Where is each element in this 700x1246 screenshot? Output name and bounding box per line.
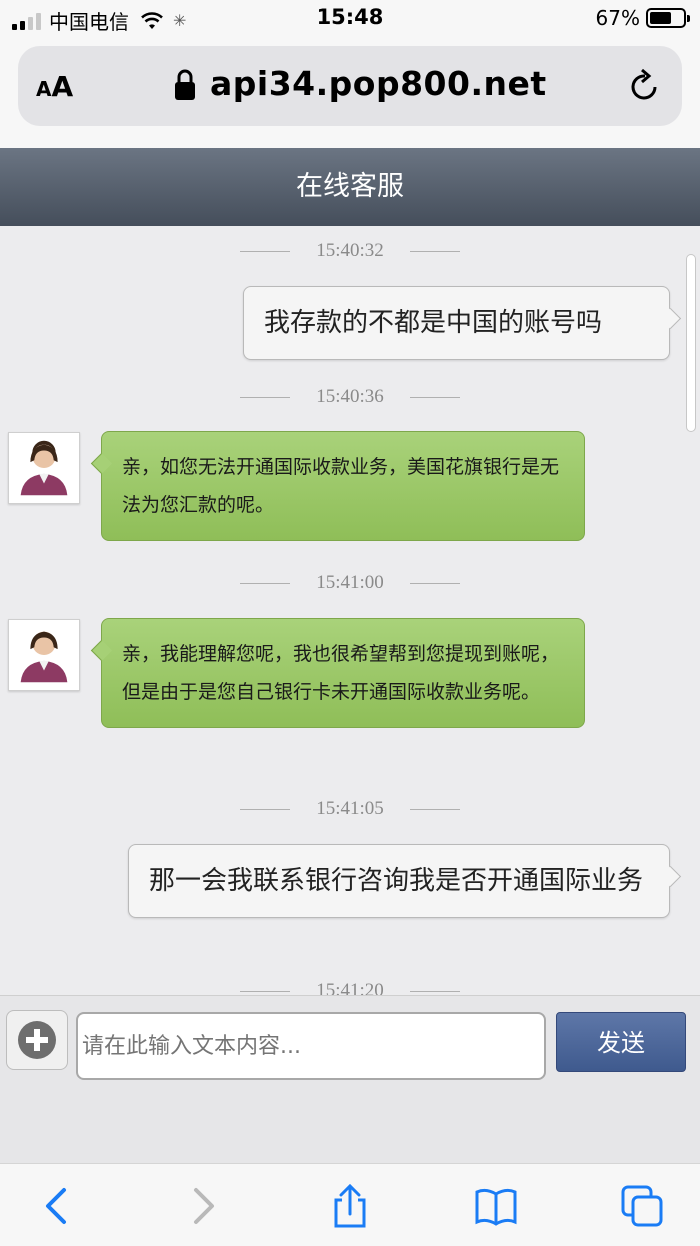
agent-avatar — [8, 619, 80, 691]
message-text: 那一会我联系银行咨询我是否开通国际业务 — [149, 866, 644, 896]
lock-icon — [175, 69, 195, 100]
user-message-bubble: 那一会我联系银行咨询我是否开通国际业务 — [128, 844, 670, 918]
send-button[interactable]: 发送 — [556, 1012, 686, 1072]
message-input[interactable] — [76, 1012, 546, 1080]
reload-icon[interactable] — [628, 68, 662, 104]
battery-percent: 67% — [595, 6, 640, 30]
battery-group: 67% — [595, 6, 690, 30]
share-icon[interactable] — [328, 1184, 372, 1228]
agent-message-bubble: 亲，如您无法开通国际收款业务，美国花旗银行是无法为您汇款的呢。 — [101, 431, 585, 541]
book-icon[interactable] — [474, 1184, 518, 1228]
battery-icon — [646, 8, 690, 28]
address-bar[interactable]: AA api34.pop800.net — [18, 46, 682, 126]
tabs-icon[interactable] — [620, 1184, 664, 1228]
browser-address-area: AA api34.pop800.net — [0, 40, 700, 148]
plus-circle-icon — [18, 1021, 56, 1059]
agent-message-bubble: 亲，我能理解您呢，我也很希望帮到您提现到账呢，但是由于是您自己银行卡未开通国际收… — [101, 618, 585, 728]
message-timestamp: 15:40:36 — [0, 386, 700, 408]
message-text: 我存款的不都是中国的账号吗 — [264, 308, 603, 338]
status-bar: 中国电信 ✳ 15:48 67% — [0, 0, 700, 40]
message-input-bar: 发送 — [0, 995, 700, 1087]
page-title: 在线客服 — [0, 148, 700, 226]
browser-toolbar — [0, 1163, 700, 1246]
input-padding-area — [0, 1087, 700, 1163]
chevron-right-icon[interactable] — [180, 1184, 224, 1228]
user-message-bubble: 我存款的不都是中国的账号吗 — [243, 286, 670, 360]
message-timestamp: 15:41:20 — [0, 980, 700, 995]
agent-avatar — [8, 432, 80, 504]
message-text: 亲，我能理解您呢，我也很希望帮到您提现到账呢，但是由于是您自己银行卡未开通国际收… — [122, 643, 560, 703]
message-timestamp: 15:40:32 — [0, 240, 700, 262]
attach-button[interactable] — [6, 1010, 68, 1070]
chevron-left-icon[interactable] — [36, 1184, 80, 1228]
text-size-button[interactable]: AA — [36, 70, 73, 103]
message-text: 亲，如您无法开通国际收款业务，美国花旗银行是无法为您汇款的呢。 — [122, 456, 560, 516]
message-timestamp: 15:41:05 — [0, 798, 700, 820]
url-text[interactable]: api34.pop800.net — [210, 64, 547, 103]
message-timestamp: 15:41:00 — [0, 572, 700, 594]
chat-area[interactable]: 15:40:32 我存款的不都是中国的账号吗 15:40:36 亲，如您无法开通… — [0, 226, 700, 995]
